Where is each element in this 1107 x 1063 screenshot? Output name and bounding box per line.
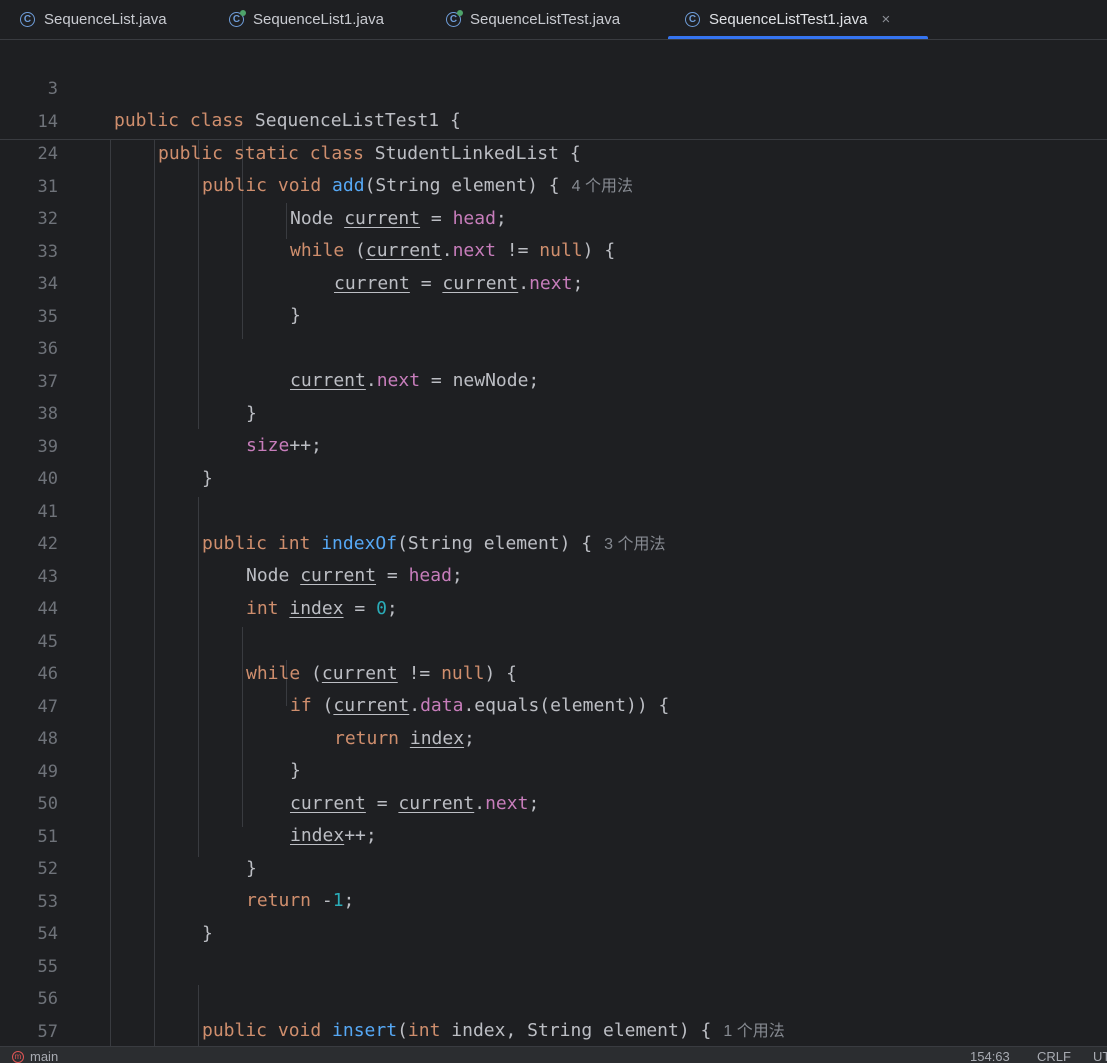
code-line[interactable]: 40 — [0, 431, 1107, 489]
line-number: 24 — [37, 144, 58, 164]
runnable-class-icon: C — [446, 10, 463, 27]
code-text: public static class StudentLinkedList { — [158, 143, 581, 164]
tab-sequencelist1[interactable]: C SequenceList1.java — [229, 0, 384, 39]
code-line[interactable]: 43 int index = 0; — [0, 529, 1107, 619]
tab-sequencelist[interactable]: C SequenceList.java — [20, 0, 167, 39]
code-line[interactable]: 41 public int indexOf(String element) {3… — [0, 464, 1107, 554]
branch-name: main — [30, 1049, 59, 1063]
code-line[interactable]: 39 } — [0, 399, 1107, 489]
module-icon: m — [12, 1050, 24, 1063]
tab-label: SequenceListTest1.java — [709, 11, 868, 28]
tab-label: SequenceList1.java — [253, 11, 384, 28]
code-line[interactable]: 33 current = current.next; — [0, 204, 1107, 294]
code-line[interactable]: 36 current.next = newNode; — [0, 301, 1107, 391]
code-line[interactable]: 38 size++; — [0, 366, 1107, 456]
code-line[interactable]: 57 — [0, 984, 1107, 1042]
code-line[interactable]: 54 — [0, 886, 1107, 944]
runnable-class-icon: C — [229, 10, 246, 27]
close-tab-icon[interactable]: × — [881, 11, 890, 28]
java-class-icon: C — [685, 12, 700, 27]
sticky-line[interactable]: 3 public class SequenceListTest1 { — [0, 41, 1107, 131]
sticky-scroll-header: 3 public class SequenceListTest1 { 14 pu… — [0, 40, 1107, 196]
code-line[interactable]: 46 if (current.data.equals(element)) { — [0, 626, 1107, 716]
code-line[interactable]: 56 public void insert(int index, String … — [0, 951, 1107, 1041]
caret-position[interactable]: 154:63 — [970, 1049, 1010, 1063]
code-line[interactable]: 50 index++; — [0, 756, 1107, 846]
tab-sequencelisttest1[interactable]: C SequenceListTest1.java × — [667, 0, 929, 39]
tab-sequencelisttest[interactable]: C SequenceListTest.java — [446, 0, 620, 39]
code-line[interactable]: 53 } — [0, 854, 1107, 944]
tab-label: SequenceList.java — [44, 11, 167, 28]
usage-hint[interactable]: 4 个用法 — [572, 178, 633, 195]
code-line[interactable]: 45 while (current != null) { — [0, 594, 1107, 684]
code-line[interactable]: 52 return -1; — [0, 821, 1107, 911]
code-line[interactable]: 51 } — [0, 789, 1107, 879]
sticky-line[interactable]: 14 public static class StudentLinkedList… — [0, 74, 1107, 164]
status-bar: m main 154:63 CRLF UTF-8 — [0, 1046, 1107, 1063]
sticky-line[interactable]: 24 public void add(String element) {4 个用… — [0, 106, 1107, 196]
git-branch-widget[interactable]: m main — [12, 1049, 58, 1063]
code-line[interactable]: 58 if (index < 0 || index > size) { — [0, 1016, 1107, 1046]
code-text: public void add(String element) {4 个用法 — [202, 175, 633, 196]
code-line[interactable]: 42 Node current = head; — [0, 496, 1107, 586]
editor-tab-bar: C SequenceList.java C SequenceList1.java… — [0, 0, 1107, 40]
code-line[interactable]: 37 } — [0, 334, 1107, 424]
code-line[interactable]: 47 return index; — [0, 659, 1107, 749]
code-line[interactable]: 44 — [0, 561, 1107, 619]
code-line[interactable]: 35 — [0, 269, 1107, 327]
file-encoding[interactable]: UTF-8 — [1093, 1049, 1107, 1063]
code-line[interactable]: 34 } — [0, 236, 1107, 326]
tab-label: SequenceListTest.java — [470, 11, 621, 28]
java-class-icon: C — [20, 12, 35, 27]
code-line[interactable]: 49 current = current.next; — [0, 724, 1107, 814]
code-line[interactable]: 48 } — [0, 691, 1107, 781]
line-ending[interactable]: CRLF — [1037, 1049, 1071, 1063]
code-line[interactable]: 55 — [0, 919, 1107, 977]
code-editor[interactable]: 3 public class SequenceListTest1 { 14 pu… — [0, 40, 1107, 1046]
